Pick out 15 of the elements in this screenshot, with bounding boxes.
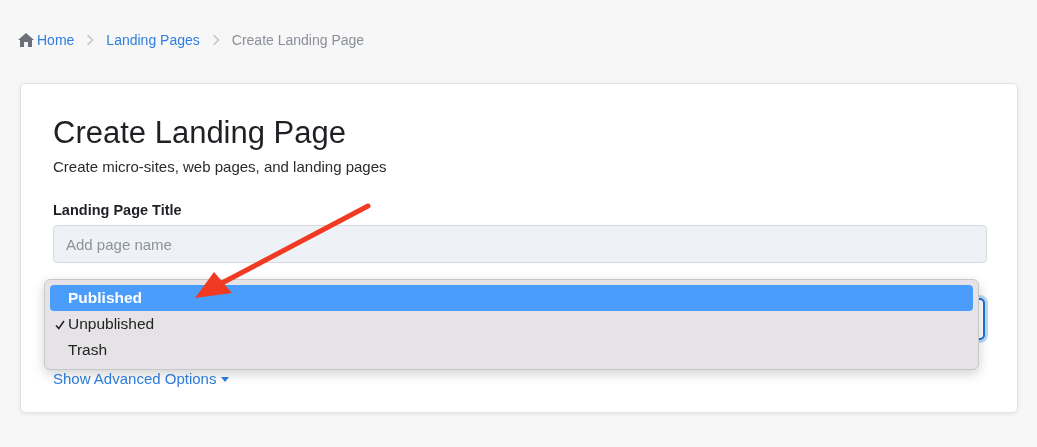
breadcrumb-link[interactable]: Landing Pages	[106, 32, 200, 48]
dropdown-option[interactable]: Published	[50, 285, 973, 311]
caret-icon	[221, 376, 230, 382]
input-field[interactable]: Add page name	[53, 225, 987, 263]
page-subtitle: Create micro-sites, web pages, and landing pages	[53, 157, 388, 177]
field-label: Landing Page Title	[53, 201, 183, 219]
home-link[interactable]: Home	[18, 32, 75, 48]
dropdown-option[interactable]: Unpublished	[50, 311, 973, 337]
chevron-icon	[211, 34, 220, 46]
page-title: Create Landing Page	[53, 115, 347, 151]
home-icon	[18, 33, 34, 47]
advanced-options-link[interactable]: Show Advanced Options	[53, 370, 230, 388]
dropdown-option[interactable]: Trash	[50, 337, 973, 363]
breadcrumb-current: Create Landing Page	[231, 32, 365, 48]
chevron-icon	[86, 34, 95, 46]
